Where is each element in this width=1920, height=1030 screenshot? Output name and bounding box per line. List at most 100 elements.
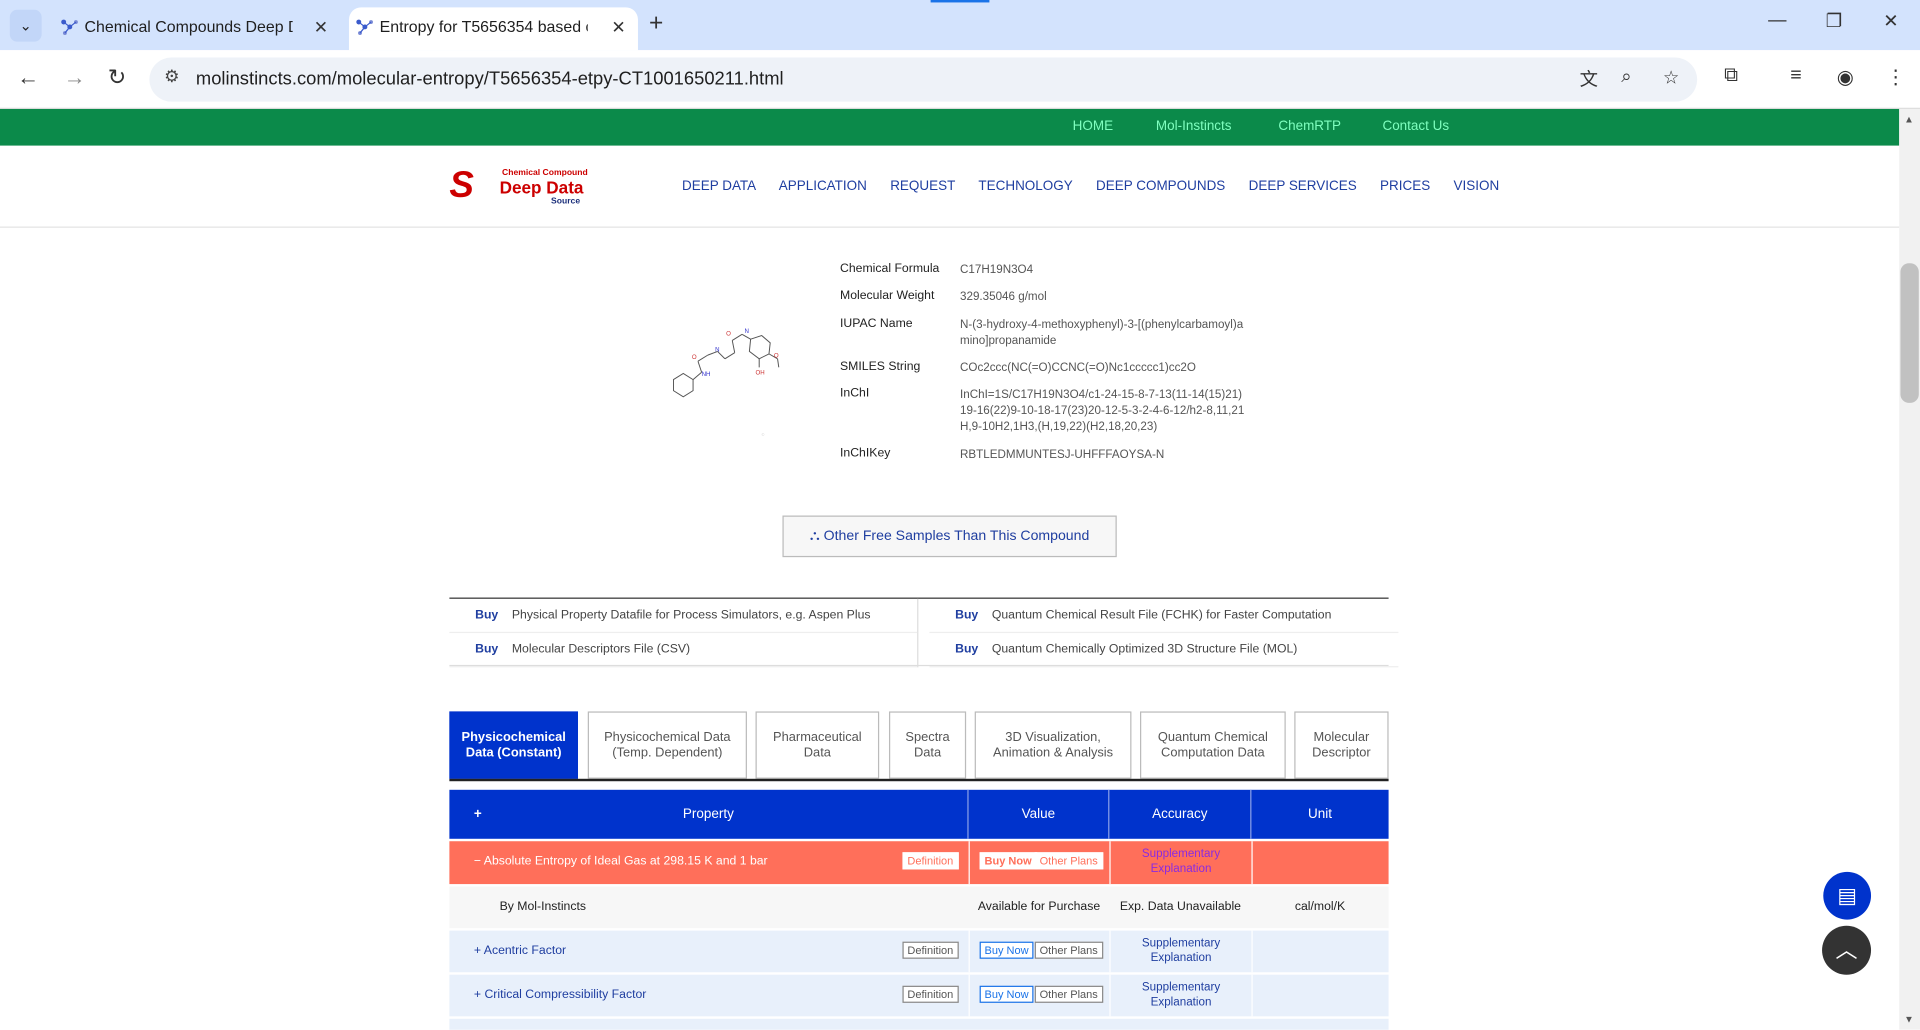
definition-button[interactable]: Definition (902, 852, 959, 870)
buy-row[interactable]: Buy Physical Property Datafile for Proces… (449, 599, 918, 634)
other-plans-button[interactable]: Other Plans (1034, 941, 1103, 959)
iupac-label: IUPAC Name (840, 317, 913, 331)
other-free-samples-button[interactable]: ⛬ Other Free Samples Than This Compound (782, 515, 1117, 558)
logo-mark-icon: S (449, 165, 474, 206)
buy-now-button[interactable]: Buy Now (979, 852, 1037, 870)
detail-value: Available for Purchase (977, 900, 1101, 914)
buy-link[interactable]: Buy (475, 633, 498, 667)
tab-label: Molecular (1313, 729, 1370, 744)
formula-label: Chemical Formula (840, 262, 940, 276)
nav-technology[interactable]: TECHNOLOGY (978, 179, 1072, 194)
buy-row[interactable]: Buy Quantum Chemically Optimized 3D Struc… (929, 633, 1399, 668)
topnav-contact[interactable]: Contact Us (1382, 119, 1449, 134)
nav-deep-compounds[interactable]: DEEP COMPOUNDS (1096, 179, 1225, 194)
supplementary-explanation-link[interactable]: Supplementary Explanation (1111, 937, 1252, 966)
tab-underline (449, 778, 1389, 782)
supplementary-explanation-link[interactable]: Supplementary Explanation (1111, 847, 1252, 876)
tab-physicochemical-temp[interactable]: Physicochemical Data (Temp. Dependent) (587, 711, 747, 779)
back-icon[interactable]: ← (17, 65, 39, 91)
nav-request[interactable]: REQUEST (890, 179, 955, 194)
nav-prices[interactable]: PRICES (1380, 179, 1430, 194)
tab-spectra[interactable]: Spectra Data (888, 711, 967, 779)
table-row-expanded[interactable]: − Absolute Entropy of Ideal Gas at 298.1… (449, 841, 1389, 885)
scrollbar-thumb[interactable] (1900, 263, 1919, 403)
reload-icon[interactable]: ↻ (108, 65, 126, 91)
minimize-icon[interactable]: — (1768, 10, 1786, 31)
property-name[interactable]: + Acentric Factor (474, 944, 566, 957)
tab-molecular-descriptor[interactable]: Molecular Descriptor (1294, 711, 1389, 779)
logo-text-bottom: Source (551, 197, 581, 206)
buy-link[interactable]: Buy (475, 599, 498, 633)
table-row-partial (449, 1018, 1389, 1030)
tab-label: Physicochemical Data (604, 729, 731, 744)
tab-3d-visualization[interactable]: 3D Visualization, Animation & Analysis (974, 711, 1132, 779)
page-scrollbar[interactable]: ▲ ▼ (1899, 108, 1920, 1030)
other-plans-button[interactable]: Other Plans (1034, 852, 1103, 870)
tab-physicochemical-constant[interactable]: Physicochemical Data (Constant) (449, 711, 578, 779)
header-property-label: Property (682, 806, 734, 822)
svg-text:N: N (744, 328, 748, 335)
media-icon[interactable]: ≡ (1790, 65, 1801, 87)
site-favicon-icon (61, 19, 78, 36)
restore-icon[interactable]: ❐ (1826, 10, 1842, 32)
tab-quantum-chemical[interactable]: Quantum Chemical Computation Data (1140, 711, 1286, 779)
profile-icon[interactable]: ◉ (1837, 65, 1854, 89)
window-close-icon[interactable]: ✕ (1883, 10, 1898, 32)
menu-icon[interactable]: ⋮ (1886, 65, 1906, 89)
topnav-home[interactable]: HOME (1073, 119, 1113, 134)
zoom-icon[interactable]: ⌕ (1621, 66, 1631, 87)
buy-row[interactable]: Buy Molecular Descriptors File (CSV) (449, 633, 918, 668)
address-bar[interactable]: ⚙ molinstincts.com/molecular-entropy/T56… (149, 57, 1698, 102)
forward-icon[interactable]: → (64, 65, 86, 91)
site-logo[interactable]: S Chemical Compound Deep Data Source (449, 165, 596, 209)
table-row-detail: By Mol-Instincts Available for Purchase … (449, 886, 1389, 929)
browser-tab-chemical-compounds[interactable]: Chemical Compounds Deep D ✕ (54, 7, 341, 50)
nav-deep-services[interactable]: DEEP SERVICES (1249, 179, 1357, 194)
buy-item-text: Quantum Chemical Result File (FCHK) for … (991, 608, 1332, 623)
property-name[interactable]: − Absolute Entropy of Ideal Gas at 298.1… (474, 855, 768, 868)
url-text[interactable]: molinstincts.com/molecular-entropy/T5656… (196, 69, 784, 90)
definition-button[interactable]: Definition (902, 941, 959, 959)
buy-now-button[interactable]: Buy Now (979, 941, 1034, 959)
star-icon[interactable]: ☆ (1663, 66, 1679, 88)
close-tab-icon[interactable]: ✕ (314, 7, 328, 46)
nav-vision[interactable]: VISION (1454, 179, 1500, 194)
scroll-up-icon[interactable]: ▲ (1904, 114, 1914, 125)
svg-text:O: O (726, 331, 731, 338)
supp-line1: Supplementary (1141, 847, 1221, 861)
buy-item-text: Molecular Descriptors File (CSV) (511, 642, 691, 657)
browser-tab-entropy[interactable]: Entropy for T5656354 based o ✕ (348, 7, 638, 51)
topnav-chemrtp[interactable]: ChemRTP (1278, 119, 1341, 134)
other-plans-button[interactable]: Other Plans (1034, 985, 1103, 1003)
buy-now-button[interactable]: Buy Now (979, 985, 1034, 1003)
table-row[interactable]: + Critical Compressibility Factor Defini… (449, 974, 1389, 1017)
close-tab-icon[interactable]: ✕ (611, 7, 625, 46)
buy-link[interactable]: Buy (955, 599, 978, 633)
svg-text:O: O (692, 354, 697, 361)
tab-pharmaceutical[interactable]: Pharmaceutical Data (755, 711, 880, 779)
top-nav-bar: HOME Mol-Instincts ChemRTP Contact Us (0, 108, 1900, 146)
buy-row[interactable]: Buy Quantum Chemical Result File (FCHK) f… (929, 599, 1399, 634)
chat-icon[interactable]: ▤ (1823, 871, 1872, 920)
expand-all-icon[interactable]: + (474, 790, 482, 839)
translate-icon[interactable]: 文 (1580, 66, 1598, 92)
new-tab-icon[interactable]: + (649, 10, 663, 38)
property-name[interactable]: + Critical Compressibility Factor (474, 988, 647, 1001)
supplementary-explanation-link[interactable]: Supplementary Explanation (1111, 981, 1252, 1010)
nav-deep-data[interactable]: DEEP DATA (682, 179, 756, 194)
scroll-down-icon[interactable]: ▼ (1904, 1014, 1914, 1025)
mw-label: Molecular Weight (840, 288, 935, 303)
table-row[interactable]: + Acentric Factor Definition Buy Now Oth… (449, 930, 1389, 973)
topnav-mol-instincts[interactable]: Mol-Instincts (1156, 119, 1232, 134)
buy-link[interactable]: Buy (955, 633, 978, 667)
browser-tab-bar: ⌄ Chemical Compounds Deep D ✕ Entropy fo… (0, 0, 1920, 51)
scroll-to-top-icon[interactable]: ︿ (1822, 925, 1872, 975)
expand-icon: + (473, 944, 482, 958)
nav-application[interactable]: APPLICATION (779, 179, 867, 194)
site-settings-icon[interactable]: ⚙ (164, 66, 179, 87)
definition-button[interactable]: Definition (902, 985, 959, 1003)
extensions-icon[interactable]: ⧉ (1724, 65, 1738, 87)
tab-label: Data (913, 745, 942, 760)
tab-search-chevron-icon[interactable]: ⌄ (9, 9, 42, 42)
tab-label: Computation Data (1161, 745, 1265, 760)
